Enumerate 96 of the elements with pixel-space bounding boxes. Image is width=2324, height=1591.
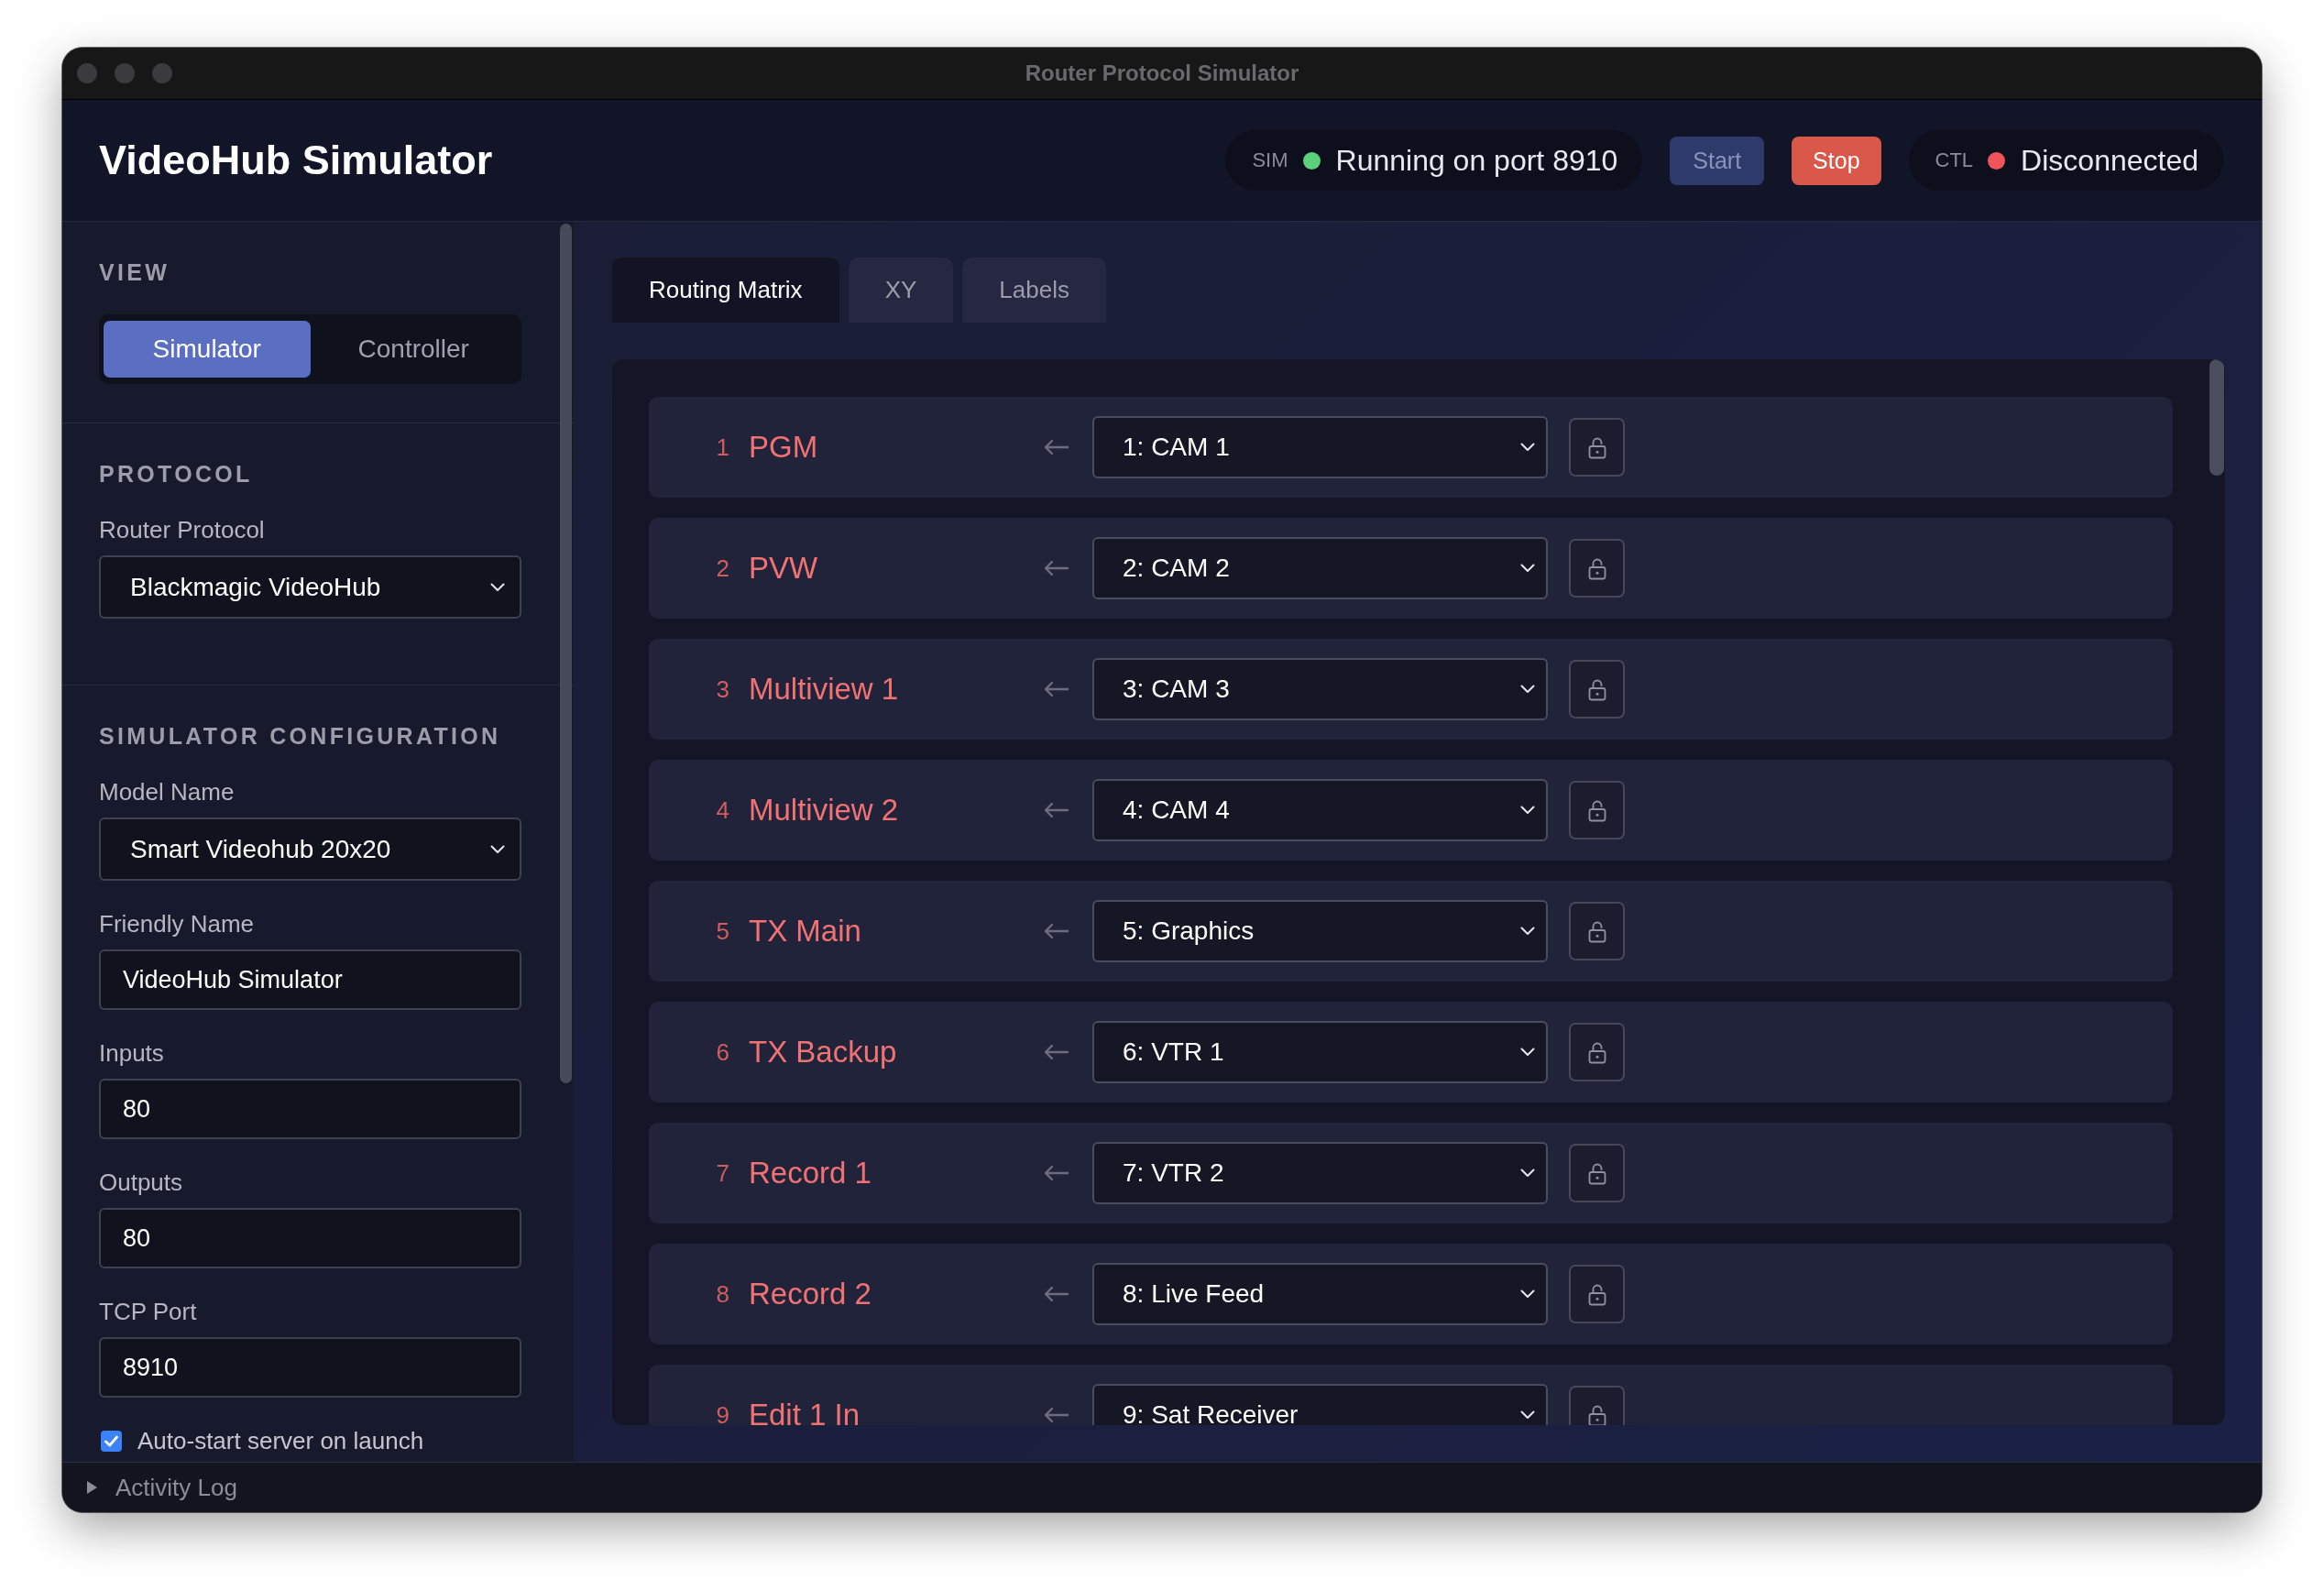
- output-number: 3: [715, 675, 729, 703]
- output-number: 6: [715, 1038, 729, 1066]
- segment-button[interactable]: Controller: [310, 321, 517, 378]
- lock-button[interactable]: [1569, 660, 1625, 719]
- arrow-left-icon: [1043, 1406, 1069, 1424]
- output-number: 2: [715, 554, 729, 582]
- output-name: Multiview 1: [749, 672, 900, 707]
- output-number: 7: [715, 1159, 729, 1187]
- scrollbar-thumb[interactable]: [2209, 359, 2224, 476]
- output-name: Record 2: [749, 1277, 872, 1311]
- padlock-open-icon: [1587, 677, 1606, 701]
- window-title: Router Protocol Simulator: [1025, 60, 1299, 86]
- chevron-down-icon: [1520, 1289, 1535, 1299]
- section-heading: SIMULATOR CONFIGURATION: [99, 722, 502, 750]
- padlock-open-icon: [1587, 1161, 1606, 1185]
- output-name: Record 1: [749, 1156, 872, 1191]
- lock-button[interactable]: [1569, 539, 1625, 598]
- arrow-left-icon: [1043, 680, 1069, 698]
- section-heading: PROTOCOL: [99, 460, 254, 488]
- status-text: Disconnected: [2021, 143, 2198, 178]
- output-name: TX Backup: [749, 1035, 898, 1070]
- padlock-open-icon: [1587, 1282, 1606, 1306]
- output-number: 8: [715, 1280, 729, 1308]
- source-select[interactable]: 2: CAM 2: [1092, 537, 1548, 599]
- output-name: PGM: [749, 430, 819, 465]
- select-field[interactable]: Blackmagic VideoHub: [99, 555, 521, 619]
- field-label: TCP Port: [99, 1298, 198, 1325]
- source-select[interactable]: 5: Graphics: [1092, 900, 1548, 962]
- source-select[interactable]: 9: Sat Receiver: [1092, 1384, 1548, 1425]
- tab[interactable]: Labels: [962, 258, 1106, 323]
- padlock-open-icon: [1587, 919, 1606, 943]
- checkbox[interactable]: [101, 1431, 122, 1452]
- lock-button[interactable]: [1569, 781, 1625, 839]
- chevron-down-icon: [1520, 806, 1535, 815]
- text-field[interactable]: VideoHub Simulator: [99, 949, 521, 1010]
- source-select[interactable]: 7: VTR 2: [1092, 1142, 1548, 1204]
- text-field[interactable]: 80: [99, 1079, 521, 1139]
- field-label: Outputs: [99, 1169, 184, 1196]
- segment-button[interactable]: Simulator: [104, 321, 311, 378]
- field-label: Model Name: [99, 778, 236, 806]
- lock-button[interactable]: [1569, 418, 1625, 477]
- field-label: Friendly Name: [99, 910, 256, 938]
- arrow-left-icon: [1043, 559, 1069, 577]
- lock-button[interactable]: [1569, 1265, 1625, 1323]
- stop-button[interactable]: Stop: [1792, 136, 1881, 185]
- chevron-down-icon: [1520, 564, 1535, 573]
- section-heading: VIEW: [99, 258, 171, 286]
- select-field[interactable]: Smart Videohub 20x20: [99, 817, 521, 881]
- output-name: Edit 1 In: [749, 1398, 861, 1425]
- arrow-left-icon: [1043, 1285, 1069, 1303]
- output-name: TX Main: [749, 914, 862, 949]
- checkbox-label: Auto-start server on launch: [137, 1427, 424, 1455]
- source-select[interactable]: 1: CAM 1: [1092, 416, 1548, 478]
- lock-button[interactable]: [1569, 1144, 1625, 1202]
- status-label: CTL: [1935, 148, 1974, 172]
- field-label: Inputs: [99, 1039, 165, 1067]
- chevron-down-icon: [1520, 1048, 1535, 1057]
- source-select[interactable]: 4: CAM 4: [1092, 779, 1548, 841]
- scrollbar-thumb[interactable]: [560, 224, 572, 1083]
- arrow-left-icon: [1043, 1043, 1069, 1061]
- output-number: 1: [715, 433, 729, 461]
- padlock-open-icon: [1587, 556, 1606, 580]
- output-name: Multiview 2: [749, 793, 900, 828]
- chevron-down-icon: [490, 844, 505, 854]
- chevron-down-icon: [1520, 927, 1535, 936]
- padlock-open-icon: [1587, 1040, 1606, 1064]
- output-number: 9: [715, 1401, 729, 1425]
- text-field[interactable]: 80: [99, 1208, 521, 1268]
- chevron-down-icon: [1520, 685, 1535, 694]
- arrow-left-icon: [1043, 922, 1069, 940]
- padlock-open-icon: [1587, 1403, 1606, 1425]
- lock-button[interactable]: [1569, 1023, 1625, 1081]
- chevron-down-icon: [490, 582, 505, 592]
- padlock-open-icon: [1587, 798, 1606, 822]
- chevron-down-icon: [1520, 443, 1535, 452]
- source-select[interactable]: 8: Live Feed: [1092, 1263, 1548, 1325]
- lock-button[interactable]: [1569, 902, 1625, 960]
- status-label: SIM: [1252, 148, 1288, 172]
- chevron-down-icon: [1520, 1169, 1535, 1178]
- output-number: 4: [715, 796, 729, 824]
- arrow-left-icon: [1043, 801, 1069, 819]
- activity-log-toggle[interactable]: Activity Log: [86, 1473, 237, 1502]
- tab[interactable]: XY: [848, 258, 954, 323]
- output-number: 5: [715, 917, 729, 945]
- text-field[interactable]: 8910: [99, 1337, 521, 1398]
- field-label: Router Protocol: [99, 516, 266, 543]
- arrow-left-icon: [1043, 438, 1069, 456]
- output-name: PVW: [749, 551, 819, 586]
- app-title: VideoHub Simulator: [99, 137, 493, 184]
- arrow-left-icon: [1043, 1164, 1069, 1182]
- tab[interactable]: Routing Matrix: [612, 258, 839, 323]
- padlock-open-icon: [1587, 435, 1606, 459]
- source-select[interactable]: 3: CAM 3: [1092, 658, 1548, 720]
- status-text: Running on port 8910: [1335, 143, 1618, 178]
- chevron-down-icon: [1520, 1410, 1535, 1420]
- source-select[interactable]: 6: VTR 1: [1092, 1021, 1548, 1083]
